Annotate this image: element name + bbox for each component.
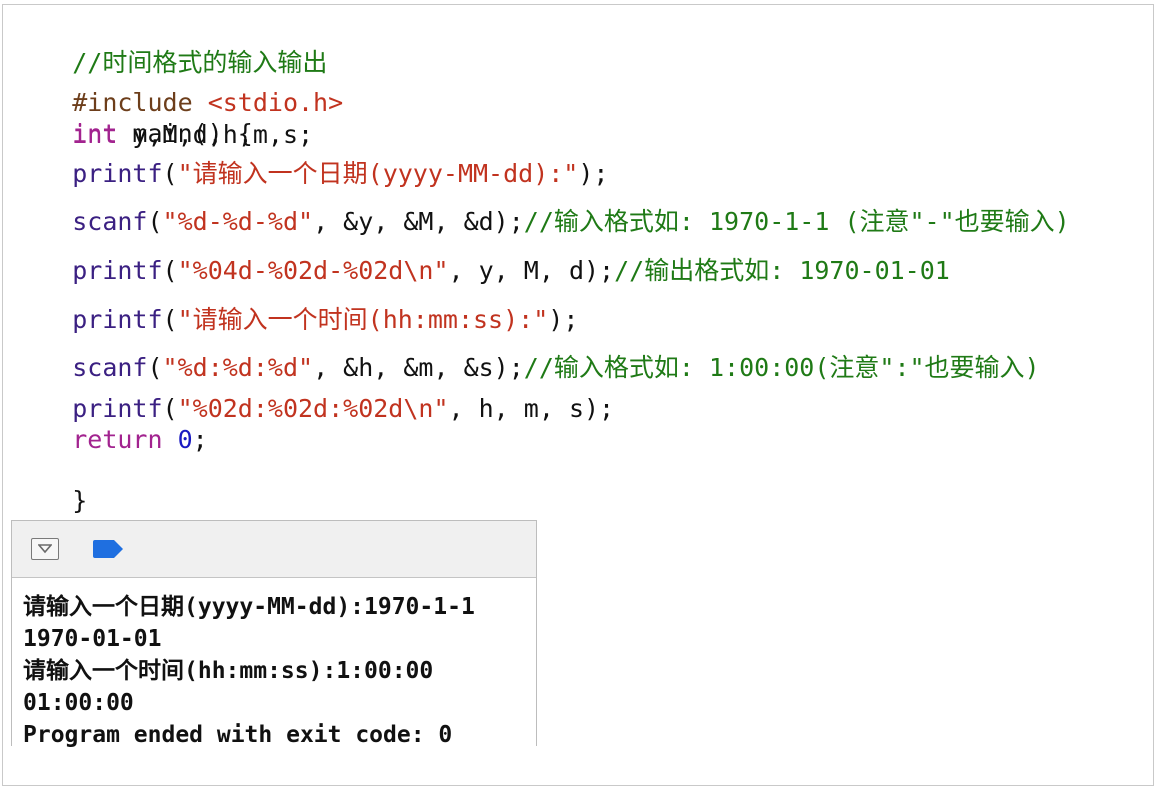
statement-end: ); xyxy=(548,305,579,334)
arguments: , y, M, d); xyxy=(448,256,615,285)
comment: //输入格式如: 1970-1-1 (注意"-"也要输入) xyxy=(523,207,1070,236)
code-line-printf-time-prompt: printf("请输入一个时间(hh:mm:ss):"); xyxy=(12,305,578,335)
comment: //输入格式如: 1:00:00(注意":"也要输入) xyxy=(523,353,1040,382)
function-name: printf xyxy=(72,394,163,423)
variable-list: y,M,d,h,m,s; xyxy=(117,120,314,149)
statement-end: ; xyxy=(192,425,208,454)
paren: ( xyxy=(147,207,163,236)
code-line-printf-time: printf("%02d:%02d:%02d\n", h, m, s); xyxy=(12,394,614,424)
code-line-close-brace: } xyxy=(12,456,87,515)
breakpoints-toggle-button[interactable] xyxy=(92,540,124,558)
statement-end: ); xyxy=(578,159,609,188)
code-line-scanf-time: scanf("%d:%d:%d", &h, &m, &s);//输入格式如: 1… xyxy=(12,353,1040,383)
code-line-declaration: int y,M,d,h,m,s; xyxy=(12,120,313,150)
string-literal: "%d-%d-%d" xyxy=(162,207,314,236)
code-line-scanf-date: scanf("%d-%d-%d", &y, &M, &d);//输入格式如: 1… xyxy=(12,207,1070,237)
code-line-printf-date: printf("%04d-%02d-%02d\n", y, M, d);//输出… xyxy=(12,256,950,286)
keyword: return xyxy=(72,425,163,454)
console-toolbar xyxy=(12,521,536,578)
console-output-line: Program ended with exit code: 0 xyxy=(23,722,453,748)
function-name: scanf xyxy=(72,353,148,382)
code-line-printf-date-prompt: printf("请输入一个日期(yyyy-MM-dd):"); xyxy=(12,159,608,189)
code-line-include: #include <stdio.h> xyxy=(12,58,343,117)
number-literal: 0 xyxy=(177,425,193,454)
function-name: scanf xyxy=(72,207,148,236)
debug-console: 请输入一个日期(yyyy-MM-dd):1970-1-1 1970-01-01 … xyxy=(11,520,537,748)
code-line-comment-title: //时间格式的输入输出 xyxy=(12,18,327,77)
arguments: , &y, &M, &d); xyxy=(313,207,524,236)
comment: //输出格式如: 1970-01-01 xyxy=(614,256,950,285)
console-output: 请输入一个日期(yyyy-MM-dd):1970-1-1 1970-01-01 … xyxy=(23,591,475,751)
function-name: printf xyxy=(72,256,163,285)
code-line-return: return 0; xyxy=(12,425,208,455)
console-output-line: 01:00:00 xyxy=(23,690,134,716)
paren: ( xyxy=(162,159,178,188)
string-literal: "%02d:%02d:%02d\n" xyxy=(177,394,449,423)
hide-console-icon xyxy=(38,544,52,554)
closing-brace: } xyxy=(72,486,88,515)
arguments: , &h, &m, &s); xyxy=(313,353,524,382)
code-line-main: int main() { xyxy=(12,89,253,148)
paren: ( xyxy=(162,256,178,285)
function-name: printf xyxy=(72,159,163,188)
string-literal: "%04d-%02d-%02d\n" xyxy=(177,256,449,285)
paren: ( xyxy=(147,353,163,382)
hide-console-button[interactable] xyxy=(31,538,59,560)
keyword: int xyxy=(72,120,118,149)
string-literal: "请输入一个日期(yyyy-MM-dd):" xyxy=(177,159,579,188)
string-literal: "%d:%d:%d" xyxy=(162,353,314,382)
paren: ( xyxy=(162,394,178,423)
console-output-line: 1970-01-01 xyxy=(23,626,162,652)
console-output-line: 请输入一个时间(hh:mm:ss):1:00:00 xyxy=(23,658,434,684)
arguments: , h, m, s); xyxy=(448,394,615,423)
string-literal: "请输入一个时间(hh:mm:ss):" xyxy=(177,305,549,334)
paren: ( xyxy=(162,305,178,334)
breakpoint-tag-icon xyxy=(93,540,123,558)
console-output-line: 请输入一个日期(yyyy-MM-dd):1970-1-1 xyxy=(23,594,475,620)
function-name: printf xyxy=(72,305,163,334)
